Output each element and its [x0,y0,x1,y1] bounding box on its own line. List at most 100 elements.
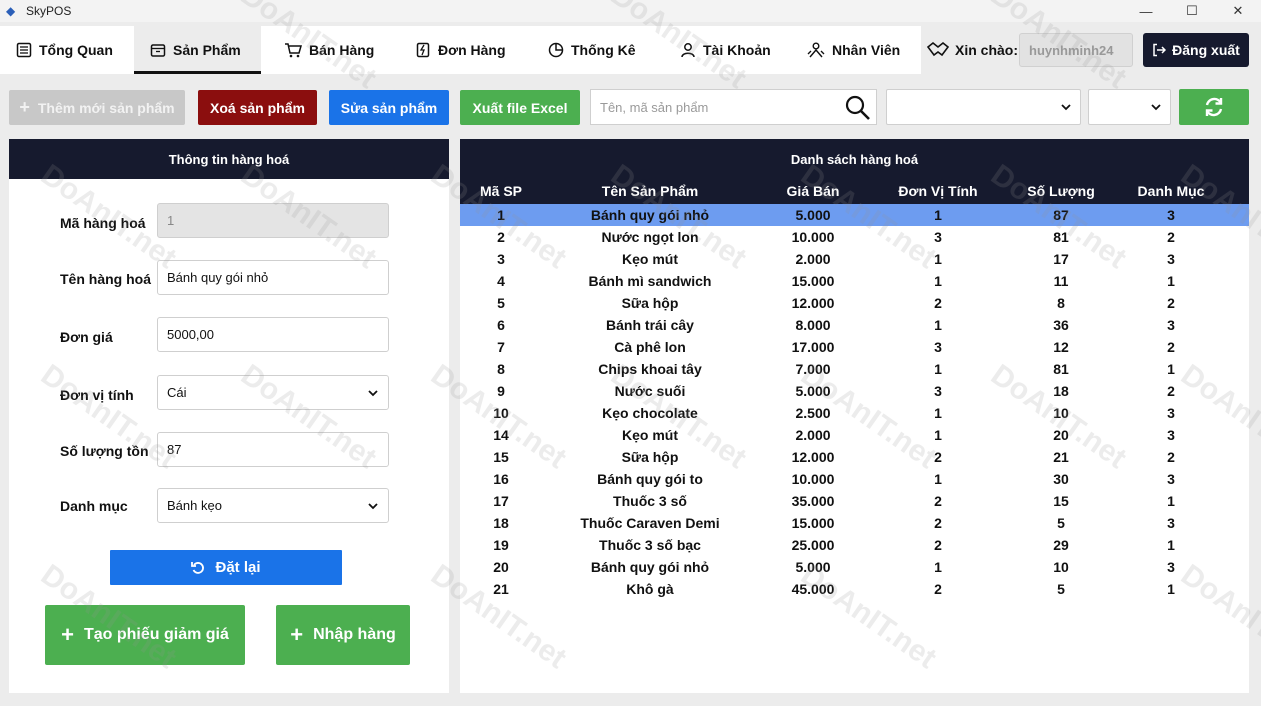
table-cell: 1 [1167,537,1175,553]
column-header[interactable]: Danh Mục [1138,183,1205,199]
table-cell: 7 [497,339,505,355]
tab-label: Nhân Viên [832,42,901,58]
category-select[interactable]: Bánh kẹo [157,488,389,523]
table-cell: 5 [1057,581,1065,597]
tab-thong-ke[interactable]: Thống Kê [548,26,636,74]
table-cell: 5 [1057,515,1065,531]
code-field: 1 [157,203,389,238]
table-row[interactable]: 15 Sữa hộp 12.000 2 21 2 [460,446,1249,468]
plus-icon: + [290,622,304,647]
unit-select[interactable]: Cái [157,375,389,410]
edit-product-button[interactable]: Sửa sản phẩm [329,90,449,125]
table-cell: 12 [1053,339,1069,355]
maximize-button[interactable]: ☐ [1169,0,1215,22]
tab-label: Tài Khoản [703,42,771,58]
minimize-button[interactable]: — [1123,0,1169,22]
table-cell: Nước suối [614,383,686,399]
category-filter-select[interactable] [886,89,1081,125]
table-cell: 7.000 [795,361,831,377]
table-row[interactable]: 19 Thuốc 3 số bạc 25.000 2 29 1 [460,534,1249,556]
table-row[interactable]: 21 Khô gà 45.000 2 5 1 [460,578,1249,600]
table-row[interactable]: 7 Cà phê lon 17.000 3 12 2 [460,336,1249,358]
table-cell: 9 [497,383,505,399]
search-input[interactable]: Tên, mã sản phẩm [590,89,877,125]
table-cell: Bánh quy gói nhỏ [590,559,710,575]
create-discount-button[interactable]: + Tạo phiếu giảm giá [45,605,245,665]
column-header[interactable]: Số Lượng [1027,183,1095,199]
table-cell: 1 [1167,273,1175,289]
table-row[interactable]: 18 Thuốc Caraven Demi 15.000 2 5 3 [460,512,1249,534]
tab-san-pham[interactable]: Sản Phẩm [134,26,261,74]
tab-label: Bán Hàng [309,42,375,58]
column-header[interactable]: Mã SP [480,183,522,199]
table-cell: 15 [493,449,509,465]
import-stock-button[interactable]: + Nhập hàng [276,605,410,665]
table-cell: 1 [934,361,942,377]
table-cell: 3 [1167,427,1175,443]
tab-tong-quan[interactable]: Tổng Quan [16,26,113,74]
table-cell: 19 [493,537,509,553]
chevron-down-icon [1061,104,1071,111]
table-cell: 1 [934,559,942,575]
table-cell: 10 [1053,559,1069,575]
price-field[interactable]: 5000,00 [157,317,389,352]
column-header[interactable]: Giá Bán [787,183,840,199]
table-cell: 2 [934,493,942,509]
add-product-button[interactable]: + Thêm mới sản phẩm [9,90,185,125]
table-cell: Chips khoai tây [598,361,702,377]
export-excel-button[interactable]: Xuất file Excel [460,90,580,125]
stock-field[interactable]: 87 [157,432,389,467]
table-cell: 87 [1053,207,1069,223]
table-row[interactable]: 14 Kẹo mút 2.000 1 20 3 [460,424,1249,446]
table-cell: 4 [497,273,505,289]
secondary-filter-select[interactable] [1088,89,1171,125]
table-row[interactable]: 9 Nước suối 5.000 3 18 2 [460,380,1249,402]
box-icon [150,44,166,57]
greeting: Xin chào: [927,26,1018,74]
logout-button[interactable]: Đăng xuất [1143,33,1249,67]
table-cell: 21 [493,581,509,597]
name-field[interactable]: Bánh quy gói nhỏ [157,260,389,295]
table-row[interactable]: 16 Bánh quy gói to 10.000 1 30 3 [460,468,1249,490]
table-row[interactable]: 5 Sữa hộp 12.000 2 8 2 [460,292,1249,314]
plus-icon: + [19,97,30,117]
table-cell: 17.000 [791,339,835,355]
table-cell: 21 [1053,449,1069,465]
column-header[interactable]: Tên Sản Phẩm [602,183,698,199]
table-cell: Bánh quy gói to [597,471,703,487]
create-discount-label: Tạo phiếu giảm giá [83,626,229,643]
table-row[interactable]: 20 Bánh quy gói nhỏ 5.000 1 10 3 [460,556,1249,578]
code-label: Mã hàng hoá [60,215,146,231]
table-row[interactable]: 17 Thuốc 3 số 35.000 2 15 1 [460,490,1249,512]
tab-tai-khoan[interactable]: Tài Khoản [680,26,771,74]
column-header[interactable]: Đơn Vị Tính [898,183,977,199]
table-cell: 1 [934,273,942,289]
search-icon[interactable] [844,94,872,122]
table-row[interactable]: 2 Nước ngọt lon 10.000 3 81 2 [460,226,1249,248]
tab-don-hang[interactable]: Đơn Hàng [415,26,506,74]
table-cell: 36 [1053,317,1069,333]
handshake-icon [927,41,949,57]
table-row[interactable]: 4 Bánh mì sandwich 15.000 1 11 1 [460,270,1249,292]
table-cell: 2 [1167,339,1175,355]
table-cell: 1 [934,251,942,267]
tab-label: Thống Kê [571,42,636,58]
table-row[interactable]: 6 Bánh trái cây 8.000 1 36 3 [460,314,1249,336]
table-cell: 2.500 [795,405,831,421]
tab-ban-hang[interactable]: Bán Hàng [284,26,374,74]
table-row[interactable]: 8 Chips khoai tây 7.000 1 81 1 [460,358,1249,380]
tab-nhan-vien[interactable]: Nhân Viên [807,26,900,74]
table-cell: 20 [1053,427,1069,443]
close-button[interactable]: ✕ [1215,0,1261,22]
table-cell: 25.000 [791,537,835,553]
refresh-button[interactable] [1179,89,1249,125]
table-cell: 18 [1053,383,1069,399]
reset-button[interactable]: Đặt lại [110,550,342,585]
table-row[interactable]: 1 Bánh quy gói nhỏ 5.000 1 87 3 [460,204,1249,226]
table-row[interactable]: 10 Kẹo chocolate 2.500 1 10 3 [460,402,1249,424]
delete-product-button[interactable]: Xoá sản phẩm [198,90,317,125]
table-cell: 15.000 [791,515,835,531]
table-cell: 16 [493,471,509,487]
table-row[interactable]: 3 Kẹo mút 2.000 1 17 3 [460,248,1249,270]
table-cell: 1 [934,317,942,333]
